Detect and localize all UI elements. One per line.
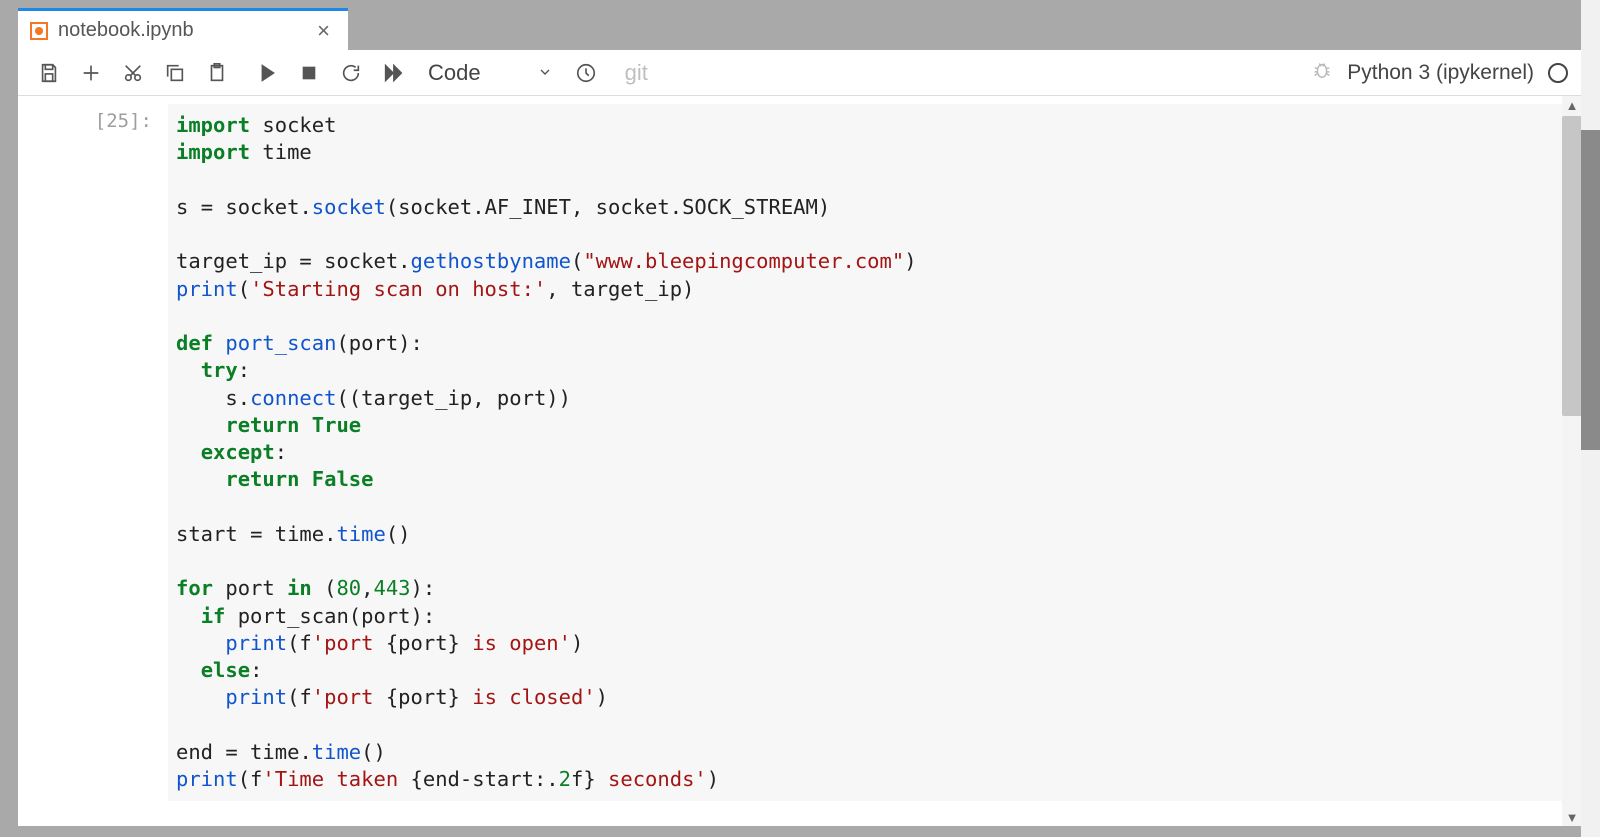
code-content[interactable]: import socket import time s = socket.soc… <box>176 112 1572 793</box>
code-cell[interactable]: [25]: import socket import time s = sock… <box>18 96 1582 801</box>
jupyter-icon <box>30 22 48 40</box>
scrollbar-track[interactable]: ▲ ▼ <box>1562 96 1582 826</box>
kernel-name[interactable]: Python 3 (ipykernel) <box>1347 61 1534 85</box>
kernel-status-icon[interactable] <box>1548 63 1568 83</box>
stop-button[interactable] <box>288 53 330 93</box>
copy-button[interactable] <box>154 53 196 93</box>
debugger-icon[interactable] <box>1311 59 1333 86</box>
run-all-button[interactable] <box>372 53 414 93</box>
close-icon[interactable]: × <box>313 18 334 44</box>
code-editor[interactable]: import socket import time s = socket.soc… <box>168 104 1582 801</box>
cell-type-label: Code <box>428 60 481 86</box>
paste-button[interactable] <box>196 53 238 93</box>
save-button[interactable] <box>28 53 70 93</box>
app-frame: notebook.ipynb × Code git Python 3 <box>0 0 1600 837</box>
scroll-up-icon[interactable]: ▲ <box>1564 98 1580 112</box>
command-history-button[interactable] <box>565 53 607 93</box>
restart-button[interactable] <box>330 53 372 93</box>
add-cell-button[interactable] <box>70 53 112 93</box>
tab-title: notebook.ipynb <box>58 19 313 42</box>
cell-prompt: [25]: <box>18 104 168 801</box>
toolbar: Code git Python 3 (ipykernel) <box>18 50 1582 96</box>
tab-notebook[interactable]: notebook.ipynb × <box>18 8 348 50</box>
tab-bar: notebook.ipynb × <box>18 8 1582 50</box>
git-label[interactable]: git <box>625 60 648 86</box>
notebook-area[interactable]: [25]: import socket import time s = sock… <box>18 96 1582 826</box>
cell-type-select[interactable]: Code <box>414 60 565 86</box>
outer-scrollbar[interactable] <box>1581 0 1600 837</box>
run-button[interactable] <box>246 53 288 93</box>
scroll-down-icon[interactable]: ▼ <box>1564 810 1580 824</box>
chevron-down-icon <box>537 60 553 86</box>
scrollbar-thumb[interactable] <box>1562 116 1582 416</box>
jupyter-window: notebook.ipynb × Code git Python 3 <box>18 8 1582 826</box>
outer-scrollbar-thumb[interactable] <box>1581 130 1600 450</box>
cut-button[interactable] <box>112 53 154 93</box>
